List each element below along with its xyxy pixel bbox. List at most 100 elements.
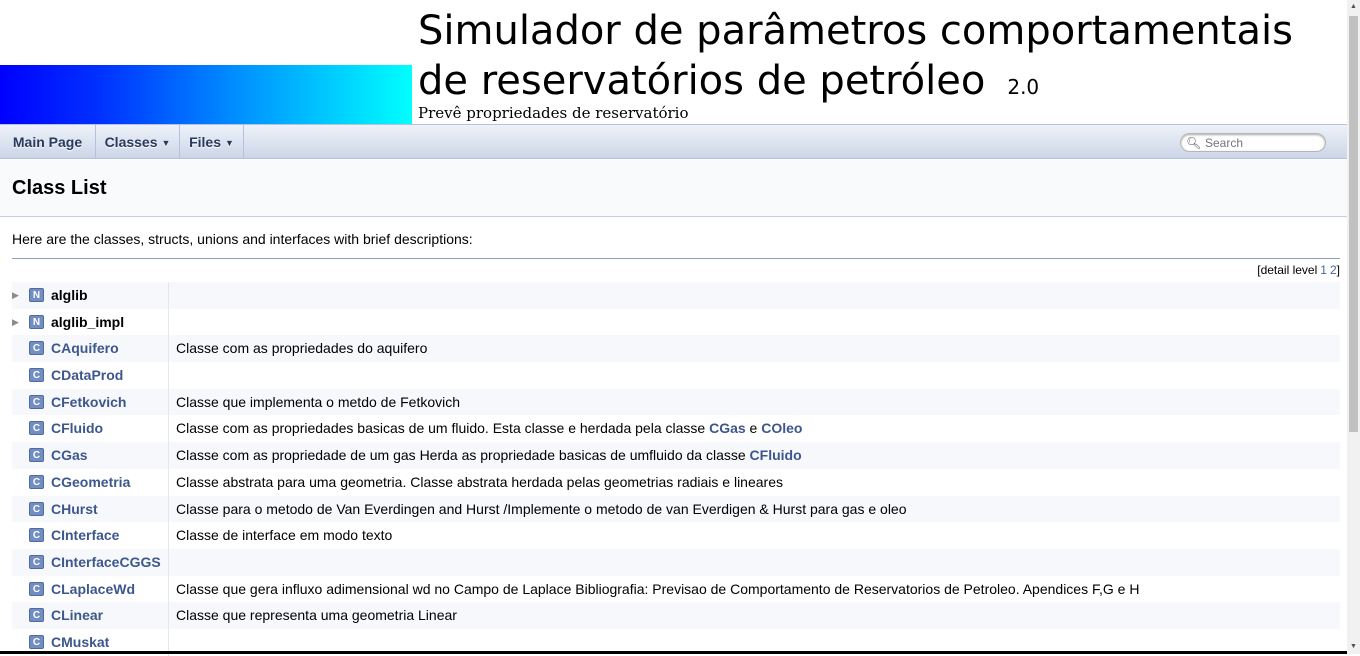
row-description: Classe com as propriedades basicas de um… [176,415,802,442]
table-row: C CFetkovich Classe que implementa o met… [12,388,1340,416]
name-cell: C CLaplaceWd [12,575,169,603]
table-row: ▶ N alglib [12,282,1340,309]
class-badge-icon: C [29,528,44,543]
expand-arrow-icon[interactable]: ▶ [12,282,19,309]
name-cell: ▶ N alglib_impl [12,308,169,336]
table-row: C CDataProd [12,362,1340,389]
chevron-down-icon: ▼ [161,138,171,148]
table-row: C CLinear Classe que representa uma geom… [12,602,1340,629]
cgas-link[interactable]: CGas [709,420,746,436]
class-link[interactable]: CHurst [51,496,98,523]
row-description: Classe com as propriedades do aquifero [176,340,428,357]
class-link[interactable]: CFluido [51,415,103,442]
row-description: Classe que representa uma geometria Line… [176,607,457,624]
title-area: Simulador de parâmetros comportamentais … [0,0,1347,124]
class-badge-icon: C [29,634,44,649]
class-badge-icon: C [29,581,44,596]
expand-arrow-icon[interactable]: ▶ [12,309,19,336]
nav-files[interactable]: Files ▼ [180,125,244,159]
page-header: Class List [0,160,1347,217]
class-link[interactable]: CAquifero [51,335,119,362]
coleo-link[interactable]: COleo [761,420,802,436]
conjunction-text: e [745,420,762,437]
namespace-badge-icon: N [29,288,44,302]
intro-text: Here are the classes, structs, unions an… [12,231,473,247]
detail-level-label: [detail level [1257,263,1318,277]
class-badge-icon: C [29,501,44,516]
name-cell: ▶ N alglib [12,282,169,309]
name-cell: C CInterface [12,522,169,549]
table-row: C CAquifero Classe com as propriedades d… [12,335,1340,363]
cfluido-link[interactable]: CFluido [750,447,802,463]
class-badge-icon: C [29,448,44,463]
class-link[interactable]: CGas [51,442,88,469]
class-link[interactable]: CLinear [51,602,103,629]
row-description: Classe com as propriedade de um gas Herd… [176,442,802,469]
nav-main-page[interactable]: Main Page [0,125,96,159]
scroll-up-arrow-icon[interactable]: ▲ [1347,0,1360,14]
class-link[interactable]: CGeometria [51,469,130,496]
detail-level-close: ] [1336,263,1340,277]
row-description-text: Classe com as propriedades basicas de um… [176,420,710,437]
class-badge-icon: C [29,474,44,489]
name-cell: C CAquifero [12,335,169,363]
vertical-scrollbar[interactable]: ▲ ▼ [1347,0,1360,654]
row-description: Classe de interface em modo texto [176,527,393,544]
row-description: Classe abstrata para uma geometria. Clas… [176,473,783,490]
name-cell: C CDataProd [12,362,169,389]
row-description: Classe que implementa o metdo de Fetkovi… [176,393,461,410]
search-box[interactable]: 🔍︎ [1180,133,1326,152]
class-badge-icon: C [29,608,44,623]
class-list-table: ▶ N alglib ▶ N alglib_impl C CAquifero C… [12,282,1340,656]
row-description: Classe para o metodo de Van Everdingen a… [176,500,907,517]
search-icon[interactable]: 🔍︎ [1186,135,1201,151]
name-cell: C CGeometria [12,468,169,496]
name-cell: C CFluido [12,415,169,443]
table-row: C CFluido Classe com as propriedades bas… [12,415,1340,443]
name-cell: C CHurst [12,495,169,523]
detail-level-1-link[interactable]: 1 [1320,263,1327,277]
table-row: C CHurst Classe para o metodo de Van Eve… [12,495,1340,523]
detail-level-2-link[interactable]: 2 [1330,263,1337,277]
name-cell: C CFetkovich [12,388,169,416]
namespace-name[interactable]: alglib_impl [51,309,124,336]
table-row: C CLaplaceWd Classe que gera influxo adi… [12,575,1340,603]
scroll-down-arrow-icon[interactable]: ▼ [1347,640,1360,654]
project-brief: Prevê propriedades de reservatório [418,104,689,122]
namespace-name[interactable]: alglib [51,282,88,309]
scrollbar-thumb[interactable] [1349,16,1358,432]
project-number: 2.0 [1007,75,1040,99]
row-description-text: Classe com as propriedade de um gas Herd… [176,447,750,464]
nav-files-label: Files [189,134,221,150]
divider [12,258,1340,259]
class-link[interactable]: CInterfaceCGGS [51,549,161,576]
nav-bar: Main Page Classes ▼ Files ▼ 🔍︎ [0,124,1347,159]
class-link[interactable]: CLaplaceWd [51,576,135,603]
nav-classes-label: Classes [104,134,158,150]
table-row: ▶ N alglib_impl [12,308,1340,336]
class-badge-icon: C [29,341,44,356]
table-row: C CGeometria Classe abstrata para uma ge… [12,468,1340,496]
class-badge-icon: C [29,394,44,409]
search-input[interactable] [1205,135,1315,150]
project-name-text: Simulador de parâmetros comportamentais … [418,8,1293,104]
class-link[interactable]: CInterface [51,522,119,549]
page-title: Class List [12,177,107,199]
class-link[interactable]: CDataProd [51,362,123,389]
table-row: C CInterface Classe de interface em modo… [12,522,1340,549]
name-cell: C CGas [12,442,169,469]
nav-main-page-label: Main Page [12,134,83,150]
table-row: C CGas Classe com as propriedade de um g… [12,442,1340,469]
name-cell: C CInterfaceCGGS [12,548,169,576]
class-badge-icon: C [29,554,44,569]
chevron-down-icon: ▼ [224,138,234,148]
nav-classes[interactable]: Classes ▼ [96,125,180,159]
project-logo [0,65,412,124]
detail-level-selector: [detail level 1 2] [1257,263,1340,277]
class-link[interactable]: CFetkovich [51,389,126,416]
class-badge-icon: C [29,368,44,383]
class-badge-icon: C [29,421,44,436]
table-row: C CInterfaceCGGS [12,548,1340,576]
name-cell: C CLinear [12,602,169,629]
project-name: Simulador de parâmetros comportamentais … [418,6,1338,112]
